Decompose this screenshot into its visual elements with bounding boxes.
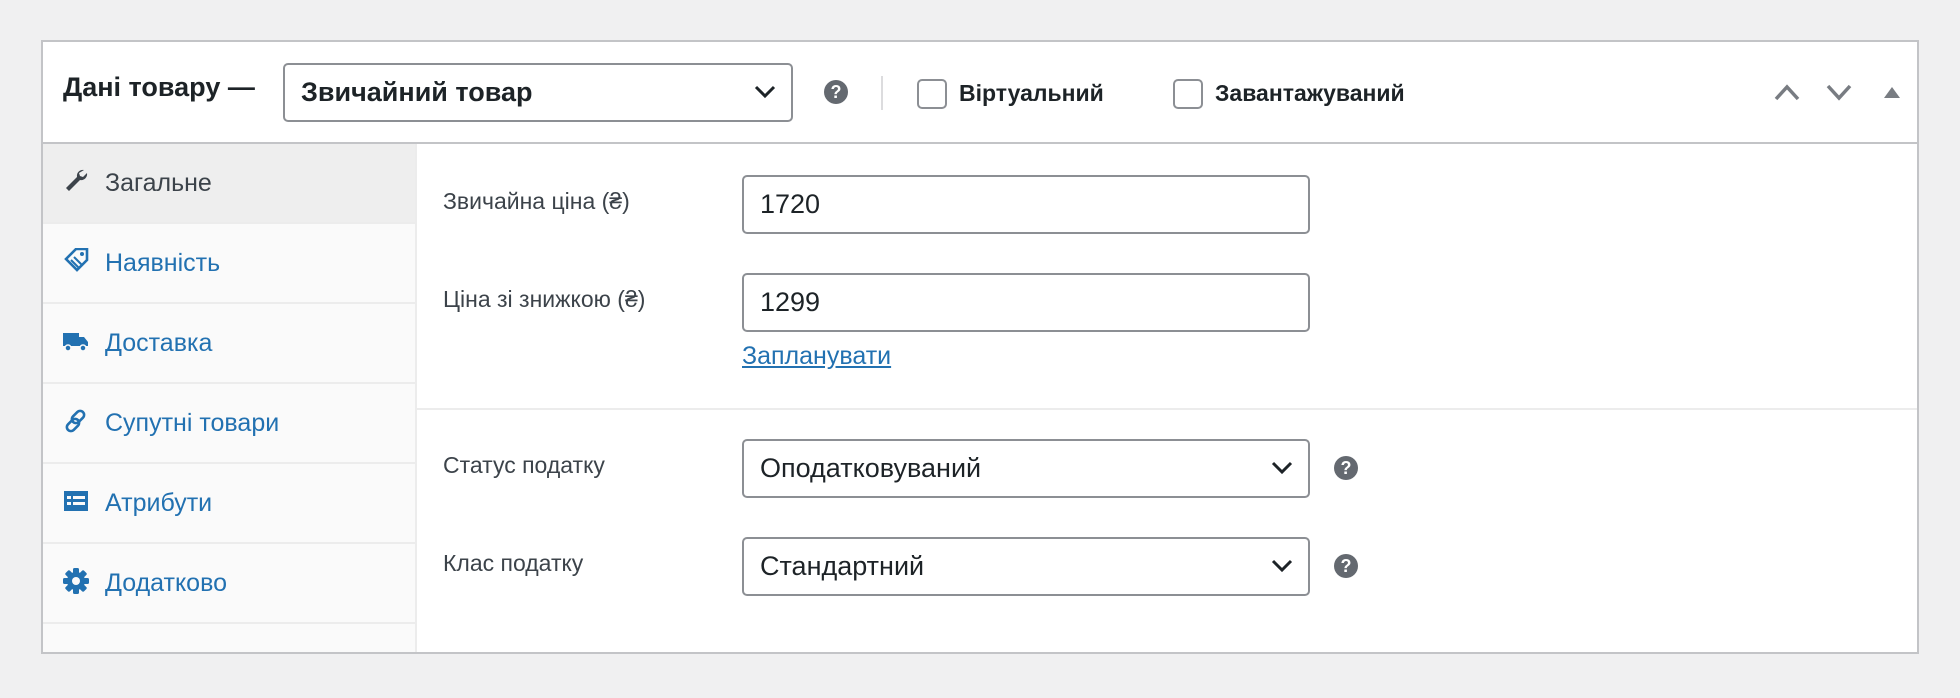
help-icon[interactable]: ? [1334, 456, 1358, 480]
virtual-label: Віртуальний [959, 80, 1104, 106]
header-divider [881, 76, 883, 110]
tag-icon [64, 248, 89, 272]
tab-label: Наявність [105, 249, 221, 277]
tab-label: Загальне [105, 169, 212, 197]
downloadable-label: Завантажуваний [1215, 80, 1405, 106]
chevron-down-icon [754, 85, 776, 99]
tab-label: Додатково [105, 569, 227, 597]
section-divider [417, 408, 1917, 410]
downloadable-checkbox[interactable] [1173, 79, 1203, 109]
move-down-icon[interactable] [1825, 82, 1853, 102]
tab-inventory[interactable]: Наявність [43, 224, 415, 304]
product-type-value: Звичайний товар [301, 77, 533, 107]
schedule-link[interactable]: Запланувати [742, 342, 891, 371]
product-data-tabs: Загальне Наявність Доставка Супутні това… [43, 144, 417, 652]
move-up-icon[interactable] [1773, 82, 1801, 102]
virtual-checkbox[interactable] [917, 79, 947, 109]
regular-price-value: 1720 [760, 189, 821, 219]
truck-icon [63, 333, 88, 352]
tab-label: Доставка [105, 329, 213, 357]
sale-price-label: Ціна зі знижкою (₴) [443, 286, 646, 312]
panel-title: Дані товару — [63, 72, 255, 102]
collapse-toggle-icon[interactable] [1883, 85, 1901, 99]
help-icon[interactable]: ? [1334, 554, 1358, 578]
tab-advanced[interactable]: Додатково [43, 544, 415, 624]
tab-attributes[interactable]: Атрибути [43, 464, 415, 544]
chevron-down-icon [1271, 461, 1293, 475]
tax-status-select[interactable]: Оподатковуваний [742, 439, 1310, 498]
tax-status-label: Статус податку [443, 452, 605, 478]
chevron-down-icon [1271, 559, 1293, 573]
regular-price-label: Звичайна ціна (₴) [443, 188, 630, 214]
sale-price-value: 1299 [760, 287, 821, 317]
tax-class-label: Клас податку [443, 550, 584, 576]
tax-class-value: Стандартний [760, 551, 925, 581]
sale-price-input[interactable]: 1299 [742, 273, 1310, 332]
regular-price-input[interactable]: 1720 [742, 175, 1310, 234]
tax-status-value: Оподатковуваний [760, 453, 982, 483]
tax-class-select[interactable]: Стандартний [742, 537, 1310, 596]
tab-general[interactable]: Загальне [43, 144, 415, 224]
product-data-panel: Дані товару — Звичайний товар ? Віртуаль… [41, 40, 1919, 654]
product-type-select[interactable]: Звичайний товар [283, 63, 793, 122]
tab-linked-products[interactable]: Супутні товари [43, 384, 415, 464]
wrench-icon [66, 169, 88, 191]
tab-label: Атрибути [105, 489, 213, 517]
tab-shipping[interactable]: Доставка [43, 304, 415, 384]
help-icon[interactable]: ? [824, 80, 848, 104]
product-data-header: Дані товару — Звичайний товар ? Віртуаль… [43, 42, 1917, 144]
list-table-icon [64, 491, 88, 511]
tab-label: Супутні товари [105, 409, 280, 437]
gear-icon [63, 568, 89, 594]
link-icon [65, 409, 86, 433]
